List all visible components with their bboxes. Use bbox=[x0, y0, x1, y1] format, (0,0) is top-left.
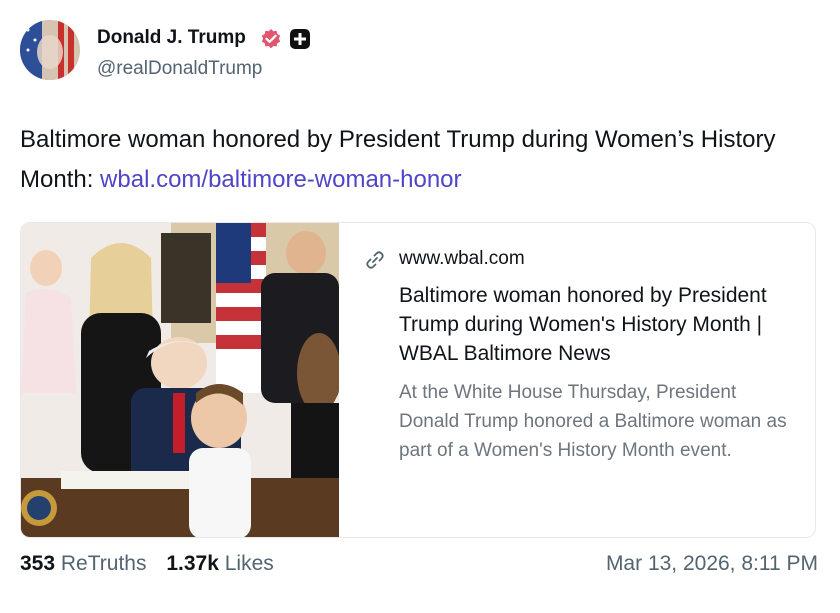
post-timestamp[interactable]: Mar 13, 2026, 8:11 PM bbox=[606, 552, 818, 576]
post: Donald J. Trump @realDonaldTrump Baltimo… bbox=[0, 0, 840, 613]
likes-stat[interactable]: 1.37k Likes bbox=[166, 552, 273, 576]
retruths-label: ReTruths bbox=[60, 552, 147, 575]
card-title[interactable]: Baltimore woman honored by President Tru… bbox=[399, 281, 799, 368]
card-domain[interactable]: www.wbal.com bbox=[399, 245, 799, 273]
post-link[interactable]: wbal.com/baltimore-woman-honor bbox=[100, 166, 461, 193]
card-description: At the White House Thursday, President D… bbox=[399, 382, 787, 461]
likes-label: Likes bbox=[224, 552, 274, 575]
likes-count: 1.37k bbox=[166, 552, 219, 575]
post-stats: 353 ReTruths 1.37k Likes bbox=[20, 552, 288, 576]
avatar-image bbox=[20, 20, 80, 80]
link-preview-card[interactable]: www.wbal.com Baltimore woman honored by … bbox=[20, 222, 816, 538]
card-image[interactable] bbox=[21, 223, 339, 537]
verified-badge-icon bbox=[261, 29, 281, 49]
author-handle[interactable]: @realDonaldTrump bbox=[97, 58, 262, 80]
link-icon bbox=[366, 251, 384, 269]
avatar[interactable] bbox=[20, 20, 80, 80]
author-name[interactable]: Donald J. Trump bbox=[97, 27, 246, 49]
retruths-stat[interactable]: 353 ReTruths bbox=[20, 552, 146, 576]
retruths-count: 353 bbox=[20, 552, 56, 575]
post-text: Baltimore woman honored by President Tru… bbox=[20, 120, 820, 200]
card-body: www.wbal.com Baltimore woman honored by … bbox=[399, 245, 799, 465]
card-photo bbox=[21, 223, 339, 537]
plus-badge-icon bbox=[290, 29, 310, 49]
